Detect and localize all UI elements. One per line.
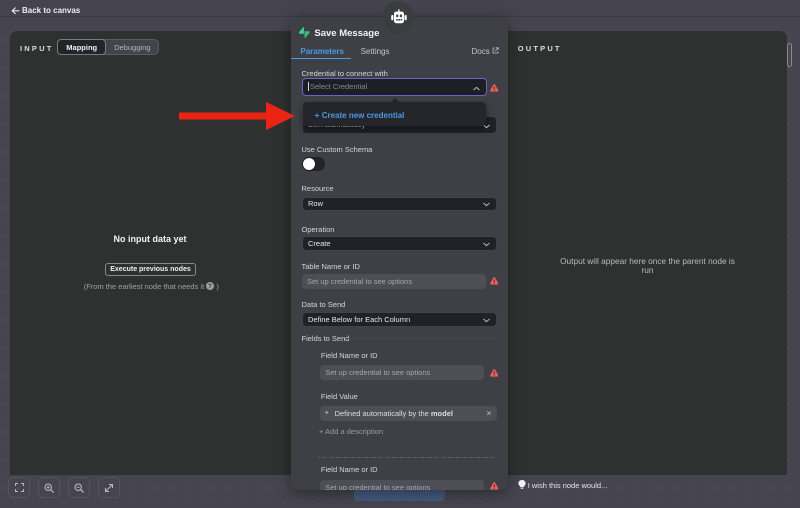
svg-text:?: ? <box>208 284 212 290</box>
